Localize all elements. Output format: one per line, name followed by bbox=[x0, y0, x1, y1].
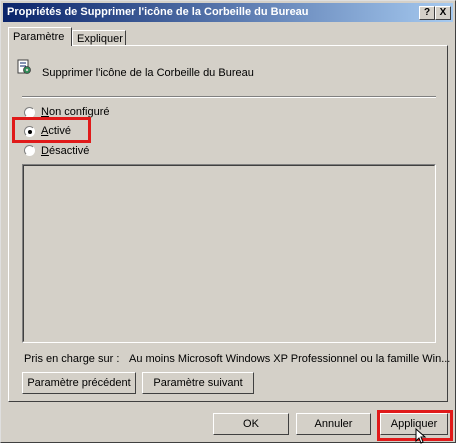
supported-on-label: Pris en charge sur : bbox=[24, 353, 120, 365]
policy-setting-icon bbox=[17, 59, 31, 74]
highlight-active-option bbox=[12, 117, 91, 143]
title-bar: Propriétés de Supprimer l'icône de la Co… bbox=[3, 3, 453, 22]
ok-button[interactable]: OK bbox=[213, 413, 289, 435]
supported-on-value: Au moins Microsoft Windows XP Profession… bbox=[129, 353, 451, 365]
cancel-button[interactable]: Annuler bbox=[296, 413, 371, 435]
policy-name: Supprimer l'icône de la Corbeille du Bur… bbox=[42, 67, 254, 79]
separator bbox=[22, 96, 436, 98]
close-button[interactable]: X bbox=[435, 6, 451, 20]
tab-expliquer[interactable]: Expliquer bbox=[72, 30, 126, 46]
previous-setting-button[interactable]: Paramètre précédent bbox=[22, 372, 136, 394]
tab-parametre[interactable]: Paramètre bbox=[8, 27, 72, 46]
radio-desactive-label[interactable]: Désactivé bbox=[41, 145, 89, 157]
help-button[interactable]: ? bbox=[419, 6, 435, 20]
next-setting-button[interactable]: Paramètre suivant bbox=[142, 372, 254, 394]
radio-desactive[interactable] bbox=[24, 145, 35, 156]
options-area bbox=[22, 164, 436, 343]
pointer-cursor-icon bbox=[415, 428, 427, 444]
window-title: Propriétés de Supprimer l'icône de la Co… bbox=[7, 6, 309, 18]
